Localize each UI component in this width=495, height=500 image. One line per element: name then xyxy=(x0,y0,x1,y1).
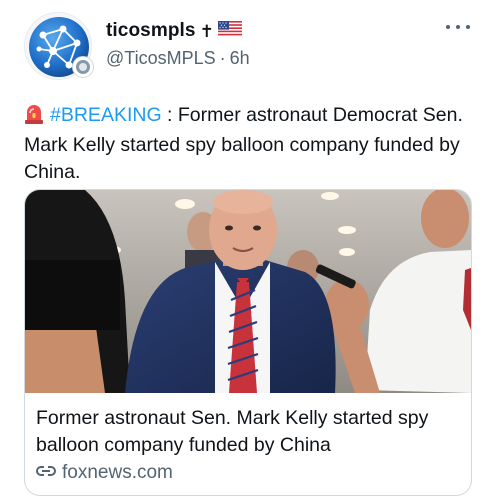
card-domain[interactable]: foxnews.com xyxy=(36,462,173,484)
link-icon xyxy=(36,462,56,484)
timestamp[interactable]: 6h xyxy=(230,48,250,69)
tweet[interactable]: ticosmpls ✝ @TicosMPLS · 6h #BREAKING: … xyxy=(0,0,495,500)
card-domain-text: foxnews.com xyxy=(62,462,173,483)
siren-icon xyxy=(24,102,44,132)
link-preview-card[interactable]: Former astronaut Sen. Mark Kelly started… xyxy=(24,189,472,496)
card-title[interactable]: Former astronaut Sen. Mark Kelly started… xyxy=(36,405,466,459)
display-name[interactable]: ticosmpls xyxy=(106,20,196,42)
card-image[interactable] xyxy=(25,190,471,393)
verified-org-badge-icon xyxy=(72,56,94,78)
us-flag-icon xyxy=(217,20,242,42)
hashtag-link[interactable]: #BREAKING xyxy=(50,104,162,126)
tweet-text: #BREAKING : Former astronaut Democrat Se… xyxy=(24,102,476,186)
tweet-header: ticosmpls ✝ @TicosMPLS · 6h xyxy=(106,20,250,69)
handle[interactable]: @TicosMPLS xyxy=(106,48,216,69)
cross-icon: ✝ xyxy=(199,21,214,41)
more-options-icon[interactable] xyxy=(446,20,470,34)
separator-dot: · xyxy=(219,48,226,68)
